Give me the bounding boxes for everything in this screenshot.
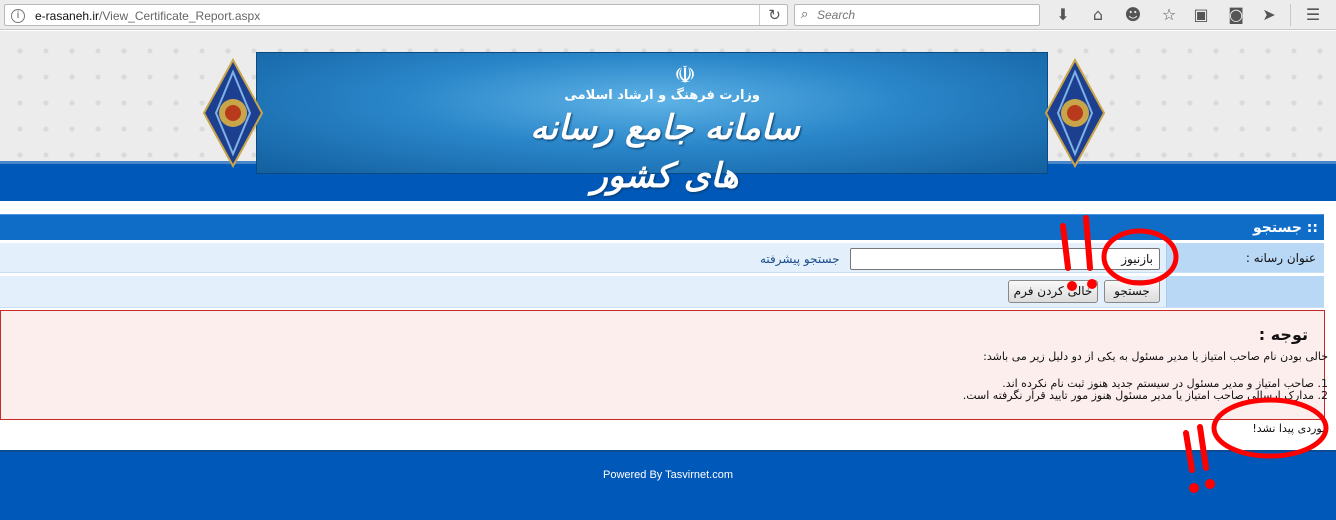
media-title-label-cell: عنوان رسانه : bbox=[1166, 243, 1324, 272]
advanced-search-link[interactable]: جستجو پیشرفته bbox=[760, 252, 840, 266]
powered-by-text: Powered By Tasvirnet.com bbox=[602, 469, 734, 481]
search-panel-title: :: جستجو bbox=[1253, 220, 1318, 236]
notice-line-1: خالی بودن نام صاحب امتیاز یا مدیر مسئول … bbox=[983, 350, 1328, 363]
reading-list-icon[interactable]: ▣ bbox=[1190, 5, 1212, 25]
site-title: سامانه جامع رسانه های کشور bbox=[530, 108, 800, 196]
browser-toolbar: i e-rasaneh.ir/View_Certificate_Report.a… bbox=[0, 0, 1336, 30]
buttons-label-cell bbox=[1166, 276, 1324, 307]
bookmark-star-icon[interactable]: ☆ bbox=[1158, 5, 1180, 25]
ornament-left-icon bbox=[202, 58, 264, 168]
browser-search-box[interactable]: ⌕ bbox=[794, 4, 1040, 26]
send-icon[interactable]: ➤ bbox=[1258, 5, 1280, 25]
search-button[interactable]: جستجو bbox=[1104, 280, 1160, 303]
media-title-label: عنوان رسانه : bbox=[1245, 251, 1316, 265]
no-results-text: موردی پیدا نشد! bbox=[1252, 422, 1328, 435]
menu-icon[interactable]: ☰ bbox=[1302, 5, 1324, 25]
media-title-input[interactable] bbox=[850, 248, 1160, 270]
notice-title: توجه : bbox=[1258, 325, 1308, 344]
toolbar-separator bbox=[1290, 4, 1291, 26]
search-icon: ⌕ bbox=[801, 7, 809, 22]
browser-search-input[interactable] bbox=[817, 7, 1027, 23]
ministry-name: وزارت فرهنگ و ارشاد اسلامی bbox=[564, 88, 760, 103]
chat-icon[interactable]: ☻ bbox=[1122, 5, 1144, 25]
ornament-right-icon bbox=[1044, 58, 1106, 168]
page-footer: Powered By Tasvirnet.com bbox=[0, 450, 1336, 520]
notice-box: توجه : bbox=[0, 310, 1325, 420]
pocket-icon[interactable]: ◙ bbox=[1225, 5, 1247, 25]
site-info-icon[interactable]: i bbox=[11, 9, 25, 23]
url-text[interactable]: e-rasaneh.ir/View_Certificate_Report.asp… bbox=[35, 8, 260, 24]
reload-icon[interactable]: ↻ bbox=[759, 5, 789, 25]
clear-form-button[interactable]: خالی کردن فرم bbox=[1008, 280, 1098, 303]
notice-line-3: 2. مدارک ارسالی صاحب امتیاز یا مدیر مسئو… bbox=[962, 389, 1328, 402]
download-icon[interactable]: ⬇ bbox=[1052, 5, 1074, 25]
address-bar[interactable]: i e-rasaneh.ir/View_Certificate_Report.a… bbox=[4, 4, 788, 26]
home-icon[interactable]: ⌂ bbox=[1087, 5, 1109, 25]
iran-emblem-icon: ☫ bbox=[674, 61, 696, 89]
search-panel-header: :: جستجو bbox=[0, 214, 1324, 240]
